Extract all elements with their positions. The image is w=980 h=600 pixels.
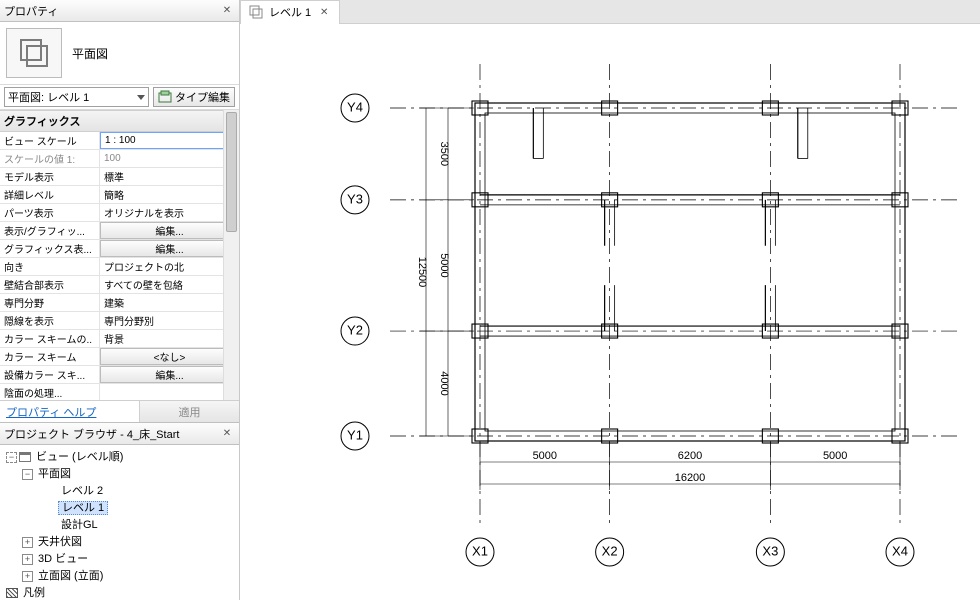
group-graphics[interactable]: グラフィックス⌃ xyxy=(0,110,239,132)
svg-text:Y1: Y1 xyxy=(347,427,363,442)
view-tab-label: レベル 1 xyxy=(269,4,311,20)
param-orientation[interactable]: 向きプロジェクトの北 xyxy=(0,258,239,276)
tree-ceiling-plans[interactable]: +天井伏図 xyxy=(2,534,237,551)
svg-text:X2: X2 xyxy=(602,543,618,558)
svg-text:12500: 12500 xyxy=(416,257,428,288)
edit-type-icon xyxy=(158,90,172,104)
view-tab-level1[interactable]: レベル 1 xyxy=(240,0,340,24)
tree-floor-plans[interactable]: −平面図 xyxy=(2,466,237,483)
svg-text:6200: 6200 xyxy=(678,450,702,462)
svg-text:4000: 4000 xyxy=(438,371,450,395)
minus-icon[interactable]: − xyxy=(6,452,17,463)
svg-text:X3: X3 xyxy=(762,543,778,558)
param-cut[interactable]: 陰面の処理... xyxy=(0,384,239,400)
minus-icon[interactable]: − xyxy=(22,469,33,480)
tree-elevations[interactable]: +立面図 (立面) xyxy=(2,568,237,585)
properties-panel: プロパティ 平面図 平面図: レベル 1 タイプ編集 グラフィックス⌃ ビュー … xyxy=(0,0,239,423)
param-color-scheme-loc[interactable]: カラー スキームの..背景 xyxy=(0,330,239,348)
doc-icon xyxy=(19,452,31,462)
close-icon[interactable] xyxy=(219,426,235,442)
plus-icon[interactable]: + xyxy=(22,554,33,565)
svg-text:Y4: Y4 xyxy=(347,99,363,114)
svg-text:Y2: Y2 xyxy=(347,322,363,337)
drawing-canvas[interactable]: Y1 Y2 Y3 Y4 X1 X2 X3 X4 5000 6200 5000 16200 4000 500… xyxy=(240,24,980,600)
browser-title: プロジェクト ブラウザ - 4_床_Start xyxy=(4,426,219,442)
svg-text:16200: 16200 xyxy=(675,472,706,484)
svg-text:X4: X4 xyxy=(892,543,908,558)
browser-titlebar: プロジェクト ブラウザ - 4_床_Start xyxy=(0,423,239,445)
param-parts[interactable]: パーツ表示オリジナルを表示 xyxy=(0,204,239,222)
param-detail-level[interactable]: 詳細レベル簡略 xyxy=(0,186,239,204)
param-view-scale[interactable]: ビュー スケール1 : 100 xyxy=(0,132,239,150)
properties-titlebar: プロパティ xyxy=(0,0,239,22)
project-browser-panel: プロジェクト ブラウザ - 4_床_Start −ビュー (レベル順) −平面図… xyxy=(0,423,239,600)
param-color-scheme[interactable]: カラー スキーム<なし> xyxy=(0,348,239,366)
legend-icon xyxy=(6,588,18,598)
param-hidden-lines[interactable]: 隠線を表示専門分野別 xyxy=(0,312,239,330)
svg-text:5000: 5000 xyxy=(438,253,450,277)
project-tree: −ビュー (レベル順) −平面図 レベル 2 レベル 1 設計GL +天井伏図 … xyxy=(0,445,239,600)
plus-icon[interactable]: + xyxy=(22,571,33,582)
svg-text:X1: X1 xyxy=(472,543,488,558)
close-icon[interactable] xyxy=(219,3,235,19)
type-label: 平面図 xyxy=(72,45,108,62)
type-selector[interactable]: 平面図 xyxy=(0,22,239,85)
param-system-color-scheme[interactable]: 設備カラー スキ...編集... xyxy=(0,366,239,384)
edit-type-button[interactable]: タイプ編集 xyxy=(153,87,235,107)
svg-text:3500: 3500 xyxy=(438,142,450,166)
properties-title: プロパティ xyxy=(4,3,219,19)
param-model-display[interactable]: モデル表示標準 xyxy=(0,168,239,186)
svg-text:5000: 5000 xyxy=(533,450,557,462)
tree-level2[interactable]: レベル 2 xyxy=(2,483,237,500)
param-visibility-graphics[interactable]: 表示/グラフィッ...編集... xyxy=(0,222,239,240)
properties-footer: プロパティ ヘルプ 適用 xyxy=(0,400,239,422)
param-scale-value: スケールの値 1:100 xyxy=(0,150,239,168)
svg-text:Y3: Y3 xyxy=(347,191,363,206)
tree-level1[interactable]: レベル 1 xyxy=(2,500,237,517)
close-icon[interactable] xyxy=(317,5,331,19)
tree-design-gl[interactable]: 設計GL xyxy=(2,517,237,534)
tree-views-root[interactable]: −ビュー (レベル順) xyxy=(2,449,237,466)
instance-row: 平面図: レベル 1 タイプ編集 xyxy=(0,85,239,110)
param-discipline[interactable]: 専門分野建築 xyxy=(0,294,239,312)
floorplan-icon xyxy=(6,28,62,78)
scrollbar[interactable] xyxy=(223,110,239,400)
svg-text:5000: 5000 xyxy=(823,450,847,462)
param-graphic-display[interactable]: グラフィックス表...編集... xyxy=(0,240,239,258)
param-wall-join[interactable]: 壁結合部表示すべての壁を包絡 xyxy=(0,276,239,294)
instance-dropdown[interactable]: 平面図: レベル 1 xyxy=(4,87,149,107)
scrollbar-thumb[interactable] xyxy=(226,112,237,232)
tree-3d-views[interactable]: +3D ビュー xyxy=(2,551,237,568)
plus-icon[interactable]: + xyxy=(22,537,33,548)
apply-button[interactable]: 適用 xyxy=(139,401,239,422)
tree-legends[interactable]: 凡例 xyxy=(2,585,237,600)
floorplan-icon xyxy=(249,5,263,19)
parameter-grid: グラフィックス⌃ ビュー スケール1 : 100 スケールの値 1:100 モデ… xyxy=(0,110,239,400)
properties-help-link[interactable]: プロパティ ヘルプ xyxy=(0,404,102,420)
view-tab-bar: レベル 1 xyxy=(240,0,980,24)
